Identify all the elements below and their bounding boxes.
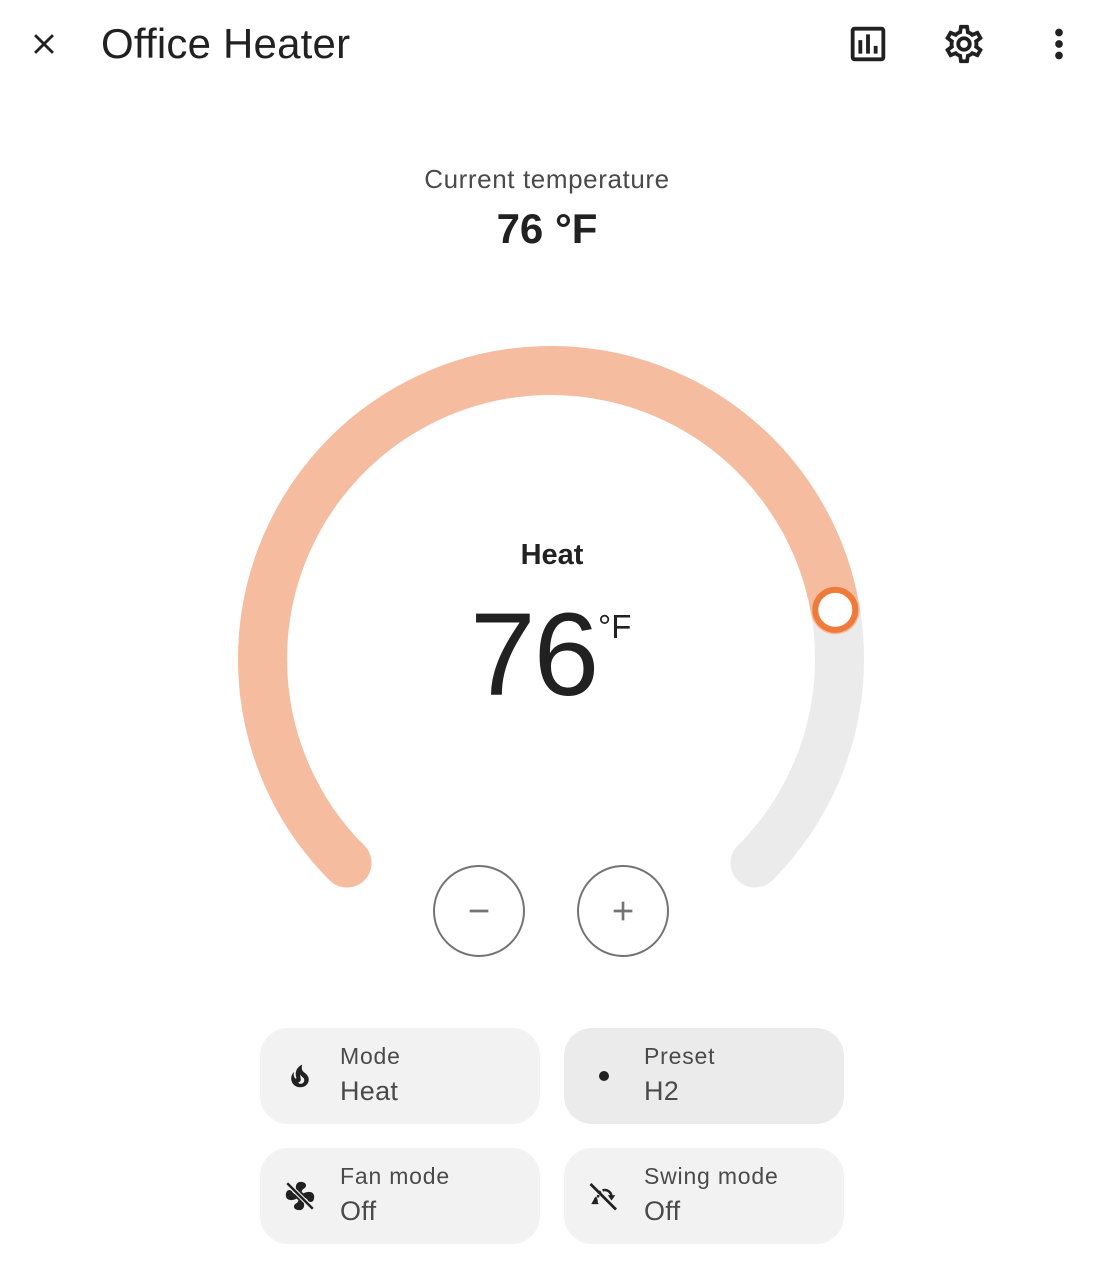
- minus-icon: [469, 909, 489, 913]
- dialog-header: Office Heater: [0, 0, 1094, 88]
- tile-value: Off: [340, 1196, 377, 1226]
- target-temperature: 76: [470, 589, 599, 721]
- circle-small-icon: [599, 1071, 609, 1081]
- target-temperature-unit: °F: [598, 608, 632, 645]
- plus-icon: [613, 901, 633, 921]
- history-button[interactable]: [836, 12, 900, 76]
- close-icon: [34, 34, 54, 54]
- fan-mode-tile[interactable]: Fan mode Off: [260, 1148, 540, 1244]
- tile-value: H2: [644, 1076, 680, 1106]
- increase-temperature-button[interactable]: [577, 865, 669, 957]
- mode-tile[interactable]: Mode Heat: [260, 1028, 540, 1124]
- tile-value: Heat: [340, 1076, 399, 1106]
- slider-handle[interactable]: [812, 586, 859, 633]
- dots-vertical-icon: [1055, 28, 1063, 60]
- close-button[interactable]: [12, 12, 76, 76]
- more-options-button[interactable]: [1027, 12, 1091, 76]
- current-temperature-label: Current temperature: [424, 164, 670, 194]
- current-temperature-value: 76 °F: [496, 205, 598, 252]
- tile-value: Off: [644, 1196, 681, 1226]
- fan-off-icon: [285, 1181, 315, 1211]
- decrease-temperature-button[interactable]: [433, 865, 525, 957]
- gear-icon: [945, 24, 983, 64]
- tile-label: Mode: [340, 1043, 401, 1069]
- preset-tile[interactable]: Preset H2: [564, 1028, 844, 1124]
- dialog-title: Office Heater: [101, 20, 351, 67]
- fire-icon: [291, 1064, 309, 1088]
- swing-mode-tile[interactable]: Swing mode Off: [564, 1148, 844, 1244]
- swing-off-icon: [589, 1183, 617, 1211]
- chart-box-icon: [850, 26, 886, 62]
- hvac-mode-label: Heat: [520, 539, 584, 571]
- tile-label: Preset: [644, 1043, 716, 1069]
- tile-label: Fan mode: [340, 1163, 450, 1189]
- tile-label: Swing mode: [644, 1163, 779, 1189]
- settings-button[interactable]: [932, 12, 996, 76]
